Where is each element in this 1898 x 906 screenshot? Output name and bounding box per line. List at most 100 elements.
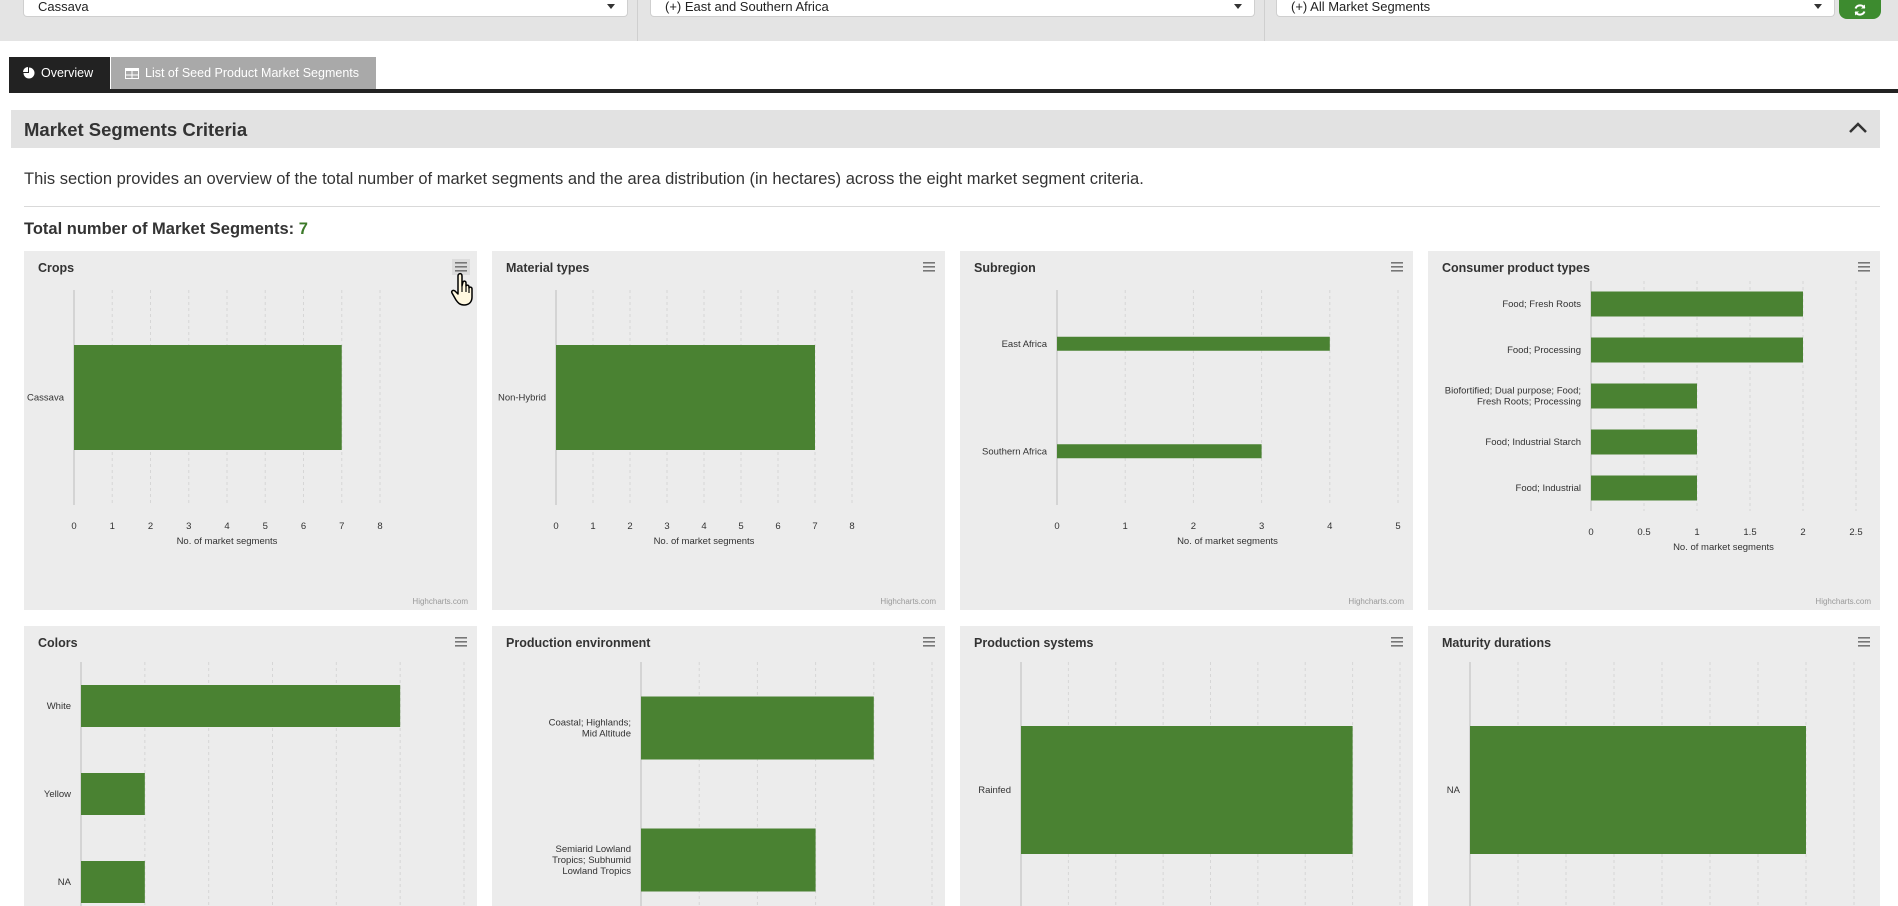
chevron-down-icon	[607, 4, 615, 9]
highcharts-credit-link[interactable]: Highcharts.com	[412, 597, 468, 606]
bar-biofortified-dual-purpose-food-fresh-roots-processing[interactable]	[1591, 383, 1697, 409]
category-label: Food; Processing	[1507, 345, 1581, 356]
x-axis-title: No. of market segments	[1673, 542, 1774, 553]
bar-cassava[interactable]	[74, 345, 342, 450]
x-axis-title: No. of market segments	[1177, 536, 1278, 547]
chart-title: Production systems	[974, 636, 1094, 650]
tick-label: 2	[1191, 521, 1196, 532]
tick-label: 3	[664, 521, 669, 532]
chart-card-crops: Crops Cassava 0 1 2 3 4 5 6 7 8 No. of market segme…	[24, 251, 477, 610]
total-value: 7	[298, 220, 308, 238]
category-label: White	[47, 701, 71, 712]
chart-title: Subregion	[974, 261, 1036, 275]
tick-label: 5	[738, 521, 743, 532]
chart-menu-icon[interactable]	[1855, 259, 1873, 275]
bar-non-hybrid[interactable]	[556, 345, 815, 450]
divider	[1264, 0, 1265, 41]
chart-menu-icon[interactable]	[1855, 634, 1873, 650]
tick-label: 1	[590, 521, 595, 532]
category-label: Food; Fresh Roots	[1502, 299, 1581, 310]
divider	[637, 0, 638, 41]
chart-title: Crops	[38, 261, 74, 275]
bar-white[interactable]	[81, 685, 401, 727]
bar-coastal-highlands-mid-altitude[interactable]	[641, 696, 874, 760]
bar-na[interactable]	[1470, 726, 1806, 854]
crop-select[interactable]: Cassava	[23, 0, 628, 17]
tick-label: 0	[553, 521, 558, 532]
category-label: Yellow	[44, 789, 71, 800]
x-axis-title: No. of market segments	[177, 536, 278, 547]
tick-label: 3	[1259, 521, 1264, 532]
refresh-button[interactable]	[1839, 0, 1881, 19]
highcharts-credit-link[interactable]: Highcharts.com	[880, 597, 936, 606]
chart-colors: Colors White Yellow NA	[38, 634, 470, 906]
chart-production-systems: Production systems Rainfed	[974, 634, 1406, 906]
segments-select[interactable]: (+) All Market Segments	[1276, 0, 1835, 17]
refresh-icon	[1854, 3, 1866, 16]
bar-east-africa[interactable]	[1057, 336, 1330, 351]
category-label: NA	[58, 877, 72, 888]
bar-semiarid-lowland-tropics-subhumid-lowland-tropics[interactable]	[641, 828, 816, 892]
tab-overview[interactable]: Overview	[9, 57, 110, 89]
category-label: Food; Industrial Starch	[1485, 437, 1581, 448]
tick-label: 1	[110, 521, 115, 532]
segments-select-value: (+) All Market Segments	[1291, 0, 1431, 14]
bar-food-fresh-roots[interactable]	[1591, 291, 1803, 317]
category-label: Non-Hybrid	[498, 393, 546, 404]
tick-label: 0	[71, 521, 76, 532]
chevron-up-icon[interactable]	[1848, 120, 1868, 134]
bar-food-processing[interactable]	[1591, 337, 1803, 363]
bar-food-industrial[interactable]	[1591, 475, 1697, 501]
chart-title: Maturity durations	[1442, 636, 1551, 650]
section-header[interactable]: Market Segments Criteria	[11, 110, 1880, 148]
divider	[24, 206, 1880, 207]
chart-production-environment: Production environment Coastal; Highlands…	[506, 634, 938, 906]
bar-food-industrial-starch[interactable]	[1591, 429, 1697, 455]
total-segments: Total number of Market Segments: 7	[24, 220, 308, 239]
tick-label: 0	[1054, 521, 1059, 532]
chart-title: Colors	[38, 636, 78, 650]
chart-menu-icon[interactable]	[452, 634, 470, 650]
chart-material-types: Material types Non-Hybrid 0 1 2 3 4 5 6 7 8 No. of …	[498, 259, 938, 606]
tick-label: 2	[627, 521, 632, 532]
category-label: Cassava	[27, 393, 65, 404]
table-icon	[125, 67, 139, 79]
chart-consumer-product-types: Consumer product types Food; Fresh Roots F…	[1442, 259, 1873, 606]
chart-card-maturity-durations: Maturity durations NA	[1428, 626, 1880, 906]
tab-list[interactable]: List of Seed Product Market Segments	[111, 57, 376, 89]
bar-rainfed[interactable]	[1021, 726, 1353, 854]
pie-chart-icon	[23, 67, 35, 79]
bar-southern-africa[interactable]	[1057, 444, 1262, 459]
category-label: Southern Africa	[982, 446, 1048, 457]
chart-maturity-durations: Maturity durations NA	[1442, 634, 1873, 906]
tick-label: 5	[263, 521, 268, 532]
tick-label: 7	[339, 521, 344, 532]
chart-card-production-systems: Production systems Rainfed	[960, 626, 1413, 906]
bar-yellow[interactable]	[81, 773, 145, 815]
highcharts-credit-link[interactable]: Highcharts.com	[1815, 597, 1871, 606]
tick-label: 8	[849, 521, 854, 532]
category-label: NA	[1447, 785, 1461, 796]
tick-label: 6	[775, 521, 780, 532]
chart-menu-icon[interactable]	[1388, 259, 1406, 275]
bar-na[interactable]	[81, 861, 145, 903]
tick-label: 6	[301, 521, 306, 532]
tick-label: 4	[1327, 521, 1332, 532]
tab-underline	[9, 89, 1898, 93]
filter-bar: Cassava (+) East and Southern Africa (+)…	[0, 0, 1898, 41]
chart-card-consumer-product-types: Consumer product types Food; Fresh Roots F…	[1428, 251, 1880, 610]
total-label: Total number of Market Segments:	[24, 220, 295, 238]
tick-label: 8	[377, 521, 382, 532]
region-select[interactable]: (+) East and Southern Africa	[650, 0, 1255, 17]
chart-title: Consumer product types	[1442, 261, 1590, 275]
highcharts-credit-link[interactable]: Highcharts.com	[1348, 597, 1404, 606]
chart-card-subregion: Subregion East Africa Southern Africa 0 1 2 3 4…	[960, 251, 1413, 610]
hand-cursor-icon	[451, 272, 473, 306]
chart-menu-icon[interactable]	[1388, 634, 1406, 650]
chart-menu-icon[interactable]	[920, 634, 938, 650]
tick-label: 2	[148, 521, 153, 532]
tick-label: 3	[186, 521, 191, 532]
chart-menu-icon[interactable]	[920, 259, 938, 275]
tick-label: 4	[224, 521, 229, 532]
chart-title: Material types	[506, 261, 589, 275]
